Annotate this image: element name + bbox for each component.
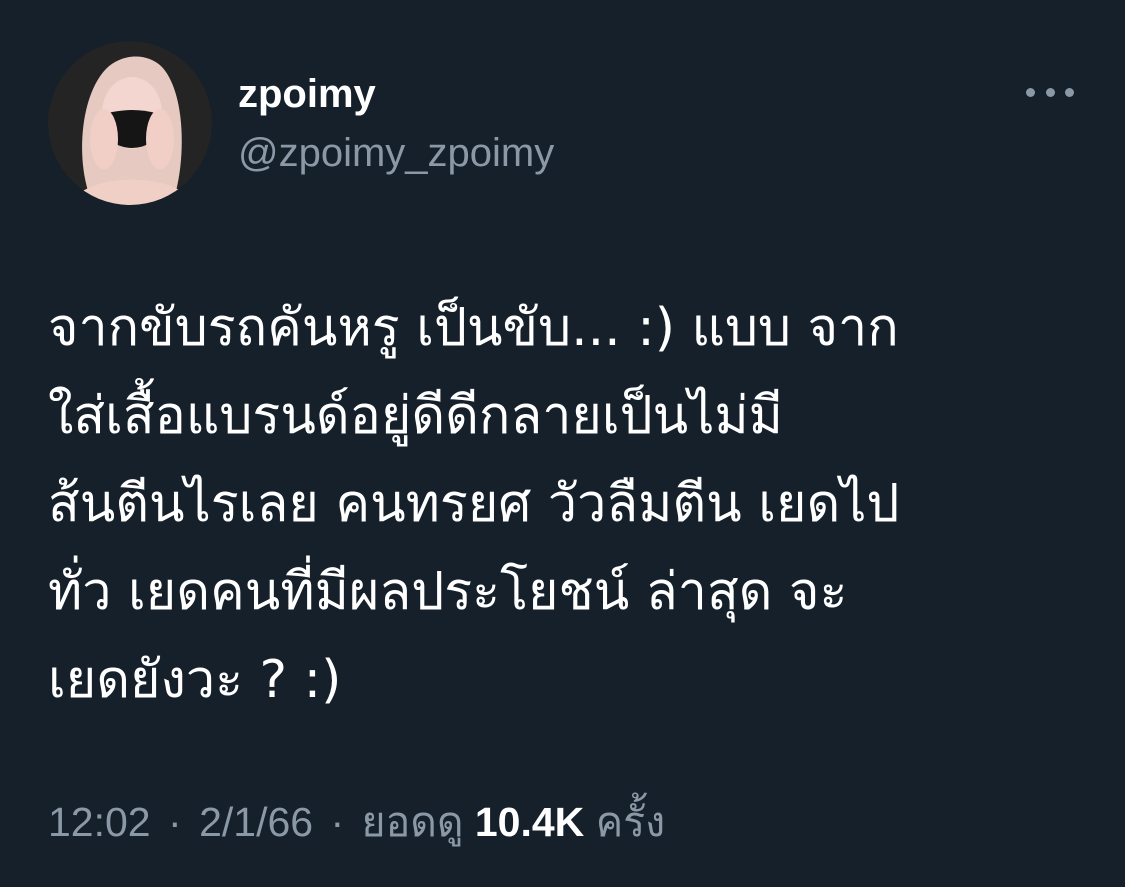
tweet-line: ใส่เสื้อแบรนด์อยู่ดีดีกลายเป็นไม่มี: [48, 386, 783, 446]
tweet-line: จากขับรถคันหรู เป็นขับ... :) แบบ จาก: [48, 298, 899, 358]
views-suffix: ครั้ง: [595, 799, 666, 845]
tweet-time[interactable]: 12:02: [48, 799, 151, 845]
tweet-text: จากขับรถคันหรู เป็นขับ... :) แบบ จาก ใส่…: [48, 284, 1078, 724]
user-handle[interactable]: @zpoimy_zpoimy: [238, 129, 554, 177]
views-label: ยอดดู: [361, 799, 464, 845]
tweet-meta: 12:02 · 2/1/66 · ยอดดู 10.4K ครั้ง: [48, 796, 665, 848]
more-dot: [1026, 87, 1035, 97]
views-count[interactable]: 10.4K: [475, 799, 584, 845]
more-dot: [1065, 87, 1074, 97]
tweet-line: เยดยังวะ ? :): [48, 650, 342, 710]
meta-separator: ·: [330, 799, 345, 845]
tweet-date[interactable]: 2/1/66: [199, 799, 313, 845]
avatar[interactable]: [48, 41, 212, 205]
tweet-line: ส้นตีนไรเลย คนทรยศ วัวลืมตีน เยดไป: [48, 474, 900, 534]
meta-separator: ·: [168, 799, 182, 845]
tweet-line: ทั่ว เยดคนที่มีผลประโยชน์ ล่าสุด จะ: [48, 562, 848, 622]
display-name[interactable]: zpoimy: [238, 70, 376, 118]
more-horizontal-icon[interactable]: [1024, 80, 1076, 104]
more-dot: [1045, 87, 1055, 97]
